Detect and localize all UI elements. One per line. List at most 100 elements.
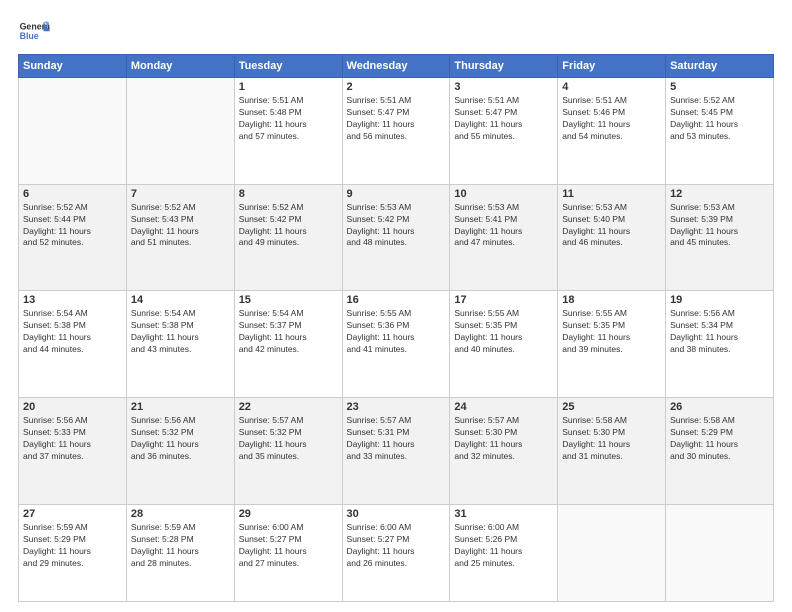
day-info: Sunrise: 5:52 AM Sunset: 5:45 PM Dayligh… [670, 95, 769, 143]
day-number: 20 [23, 401, 122, 413]
day-number: 12 [670, 188, 769, 200]
calendar-cell: 4Sunrise: 5:51 AM Sunset: 5:46 PM Daylig… [558, 78, 666, 185]
day-info: Sunrise: 5:59 AM Sunset: 5:28 PM Dayligh… [131, 522, 230, 570]
calendar-cell: 22Sunrise: 5:57 AM Sunset: 5:32 PM Dayli… [234, 398, 342, 505]
weekday-header-friday: Friday [558, 55, 666, 78]
day-number: 16 [347, 294, 446, 306]
calendar-cell: 5 Sunrise: 5:52 AM Sunset: 5:45 PM Daylig… [666, 78, 774, 185]
weekday-header-wednesday: Wednesday [342, 55, 450, 78]
day-info: Sunrise: 5:55 AM Sunset: 5:36 PM Dayligh… [347, 308, 446, 356]
day-info: Sunrise: 5:58 AM Sunset: 5:29 PM Dayligh… [670, 415, 769, 463]
calendar-cell: 26 Sunrise: 5:58 AM Sunset: 5:29 PM Dayli… [666, 398, 774, 505]
calendar-cell [19, 78, 127, 185]
week-row-3: 13 Sunrise: 5:54 AM Sunset: 5:38 PM Dayli… [19, 291, 774, 398]
calendar-cell: 3 Sunrise: 5:51 AM Sunset: 5:47 PM Daylig… [450, 78, 558, 185]
day-number: 24 [454, 401, 553, 413]
calendar-cell [666, 504, 774, 601]
day-info: Sunrise: 5:53 AM Sunset: 5:39 PM Dayligh… [670, 202, 769, 250]
logo-icon: General Blue [18, 18, 50, 46]
day-info: Sunrise: 6:00 AM Sunset: 5:27 PM Dayligh… [239, 522, 338, 570]
day-info: Sunrise: 5:56 AM Sunset: 5:32 PM Dayligh… [131, 415, 230, 463]
day-info: Sunrise: 5:51 AM Sunset: 5:47 PM Dayligh… [454, 95, 553, 143]
day-number: 27 [23, 508, 122, 520]
day-info: Sunrise: 6:00 AM Sunset: 5:27 PM Dayligh… [347, 522, 446, 570]
calendar-cell: 10Sunrise: 5:53 AM Sunset: 5:41 PM Dayli… [450, 184, 558, 291]
calendar-cell: 2 Sunrise: 5:51 AM Sunset: 5:47 PM Daylig… [342, 78, 450, 185]
day-number: 18 [562, 294, 661, 306]
day-info: Sunrise: 5:55 AM Sunset: 5:35 PM Dayligh… [454, 308, 553, 356]
calendar-cell: 25Sunrise: 5:58 AM Sunset: 5:30 PM Dayli… [558, 398, 666, 505]
day-info: Sunrise: 5:54 AM Sunset: 5:38 PM Dayligh… [23, 308, 122, 356]
calendar-cell: 14 Sunrise: 5:54 AM Sunset: 5:38 PM Dayli… [126, 291, 234, 398]
calendar-cell: 13 Sunrise: 5:54 AM Sunset: 5:38 PM Dayli… [19, 291, 127, 398]
day-number: 30 [347, 508, 446, 520]
calendar-cell: 17Sunrise: 5:55 AM Sunset: 5:35 PM Dayli… [450, 291, 558, 398]
calendar-cell: 31 Sunrise: 6:00 AM Sunset: 5:26 PM Dayli… [450, 504, 558, 601]
day-number: 1 [239, 81, 338, 93]
day-number: 10 [454, 188, 553, 200]
weekday-header-tuesday: Tuesday [234, 55, 342, 78]
day-info: Sunrise: 5:59 AM Sunset: 5:29 PM Dayligh… [23, 522, 122, 570]
day-number: 15 [239, 294, 338, 306]
day-info: Sunrise: 5:55 AM Sunset: 5:35 PM Dayligh… [562, 308, 661, 356]
calendar-cell: 27 Sunrise: 5:59 AM Sunset: 5:29 PM Dayli… [19, 504, 127, 601]
day-number: 6 [23, 188, 122, 200]
logo: General Blue [18, 18, 50, 46]
day-number: 7 [131, 188, 230, 200]
weekday-header-row: SundayMondayTuesdayWednesdayThursdayFrid… [19, 55, 774, 78]
calendar-cell: 20Sunrise: 5:56 AM Sunset: 5:33 PM Dayli… [19, 398, 127, 505]
calendar-cell: 23 Sunrise: 5:57 AM Sunset: 5:31 PM Dayli… [342, 398, 450, 505]
day-number: 11 [562, 188, 661, 200]
day-info: Sunrise: 5:54 AM Sunset: 5:38 PM Dayligh… [131, 308, 230, 356]
day-number: 29 [239, 508, 338, 520]
day-number: 8 [239, 188, 338, 200]
day-number: 13 [23, 294, 122, 306]
day-info: Sunrise: 5:56 AM Sunset: 5:34 PM Dayligh… [670, 308, 769, 356]
day-info: Sunrise: 5:52 AM Sunset: 5:44 PM Dayligh… [23, 202, 122, 250]
calendar-cell: 9Sunrise: 5:53 AM Sunset: 5:42 PM Daylig… [342, 184, 450, 291]
day-number: 19 [670, 294, 769, 306]
day-info: Sunrise: 5:51 AM Sunset: 5:48 PM Dayligh… [239, 95, 338, 143]
day-number: 21 [131, 401, 230, 413]
weekday-header-monday: Monday [126, 55, 234, 78]
calendar-cell: 8 Sunrise: 5:52 AM Sunset: 5:42 PM Daylig… [234, 184, 342, 291]
weekday-header-thursday: Thursday [450, 55, 558, 78]
day-info: Sunrise: 5:53 AM Sunset: 5:42 PM Dayligh… [347, 202, 446, 250]
day-info: Sunrise: 5:51 AM Sunset: 5:47 PM Dayligh… [347, 95, 446, 143]
calendar-table: SundayMondayTuesdayWednesdayThursdayFrid… [18, 54, 774, 602]
week-row-4: 20Sunrise: 5:56 AM Sunset: 5:33 PM Dayli… [19, 398, 774, 505]
day-info: Sunrise: 5:52 AM Sunset: 5:43 PM Dayligh… [131, 202, 230, 250]
day-number: 26 [670, 401, 769, 413]
day-info: Sunrise: 5:52 AM Sunset: 5:42 PM Dayligh… [239, 202, 338, 250]
calendar-cell: 18 Sunrise: 5:55 AM Sunset: 5:35 PM Dayli… [558, 291, 666, 398]
day-info: Sunrise: 5:54 AM Sunset: 5:37 PM Dayligh… [239, 308, 338, 356]
day-info: Sunrise: 5:57 AM Sunset: 5:30 PM Dayligh… [454, 415, 553, 463]
calendar-cell: 24 Sunrise: 5:57 AM Sunset: 5:30 PM Dayli… [450, 398, 558, 505]
day-info: Sunrise: 6:00 AM Sunset: 5:26 PM Dayligh… [454, 522, 553, 570]
calendar-cell: 7 Sunrise: 5:52 AM Sunset: 5:43 PM Daylig… [126, 184, 234, 291]
day-number: 28 [131, 508, 230, 520]
calendar-cell: 12 Sunrise: 5:53 AM Sunset: 5:39 PM Dayli… [666, 184, 774, 291]
day-number: 31 [454, 508, 553, 520]
day-number: 3 [454, 81, 553, 93]
calendar-cell: 21 Sunrise: 5:56 AM Sunset: 5:32 PM Dayli… [126, 398, 234, 505]
day-number: 14 [131, 294, 230, 306]
day-number: 5 [670, 81, 769, 93]
day-info: Sunrise: 5:53 AM Sunset: 5:40 PM Dayligh… [562, 202, 661, 250]
day-info: Sunrise: 5:57 AM Sunset: 5:32 PM Dayligh… [239, 415, 338, 463]
day-info: Sunrise: 5:57 AM Sunset: 5:31 PM Dayligh… [347, 415, 446, 463]
calendar-cell: 16 Sunrise: 5:55 AM Sunset: 5:36 PM Dayli… [342, 291, 450, 398]
calendar-cell: 1 Sunrise: 5:51 AM Sunset: 5:48 PM Daylig… [234, 78, 342, 185]
calendar-cell: 6 Sunrise: 5:52 AM Sunset: 5:44 PM Daylig… [19, 184, 127, 291]
calendar-cell: 29 Sunrise: 6:00 AM Sunset: 5:27 PM Dayli… [234, 504, 342, 601]
week-row-2: 6 Sunrise: 5:52 AM Sunset: 5:44 PM Daylig… [19, 184, 774, 291]
day-number: 23 [347, 401, 446, 413]
calendar-cell: 19 Sunrise: 5:56 AM Sunset: 5:34 PM Dayli… [666, 291, 774, 398]
calendar-cell: 28 Sunrise: 5:59 AM Sunset: 5:28 PM Dayli… [126, 504, 234, 601]
svg-text:Blue: Blue [20, 31, 39, 41]
day-number: 2 [347, 81, 446, 93]
weekday-header-saturday: Saturday [666, 55, 774, 78]
weekday-header-sunday: Sunday [19, 55, 127, 78]
week-row-5: 27 Sunrise: 5:59 AM Sunset: 5:29 PM Dayli… [19, 504, 774, 601]
day-number: 4 [562, 81, 661, 93]
